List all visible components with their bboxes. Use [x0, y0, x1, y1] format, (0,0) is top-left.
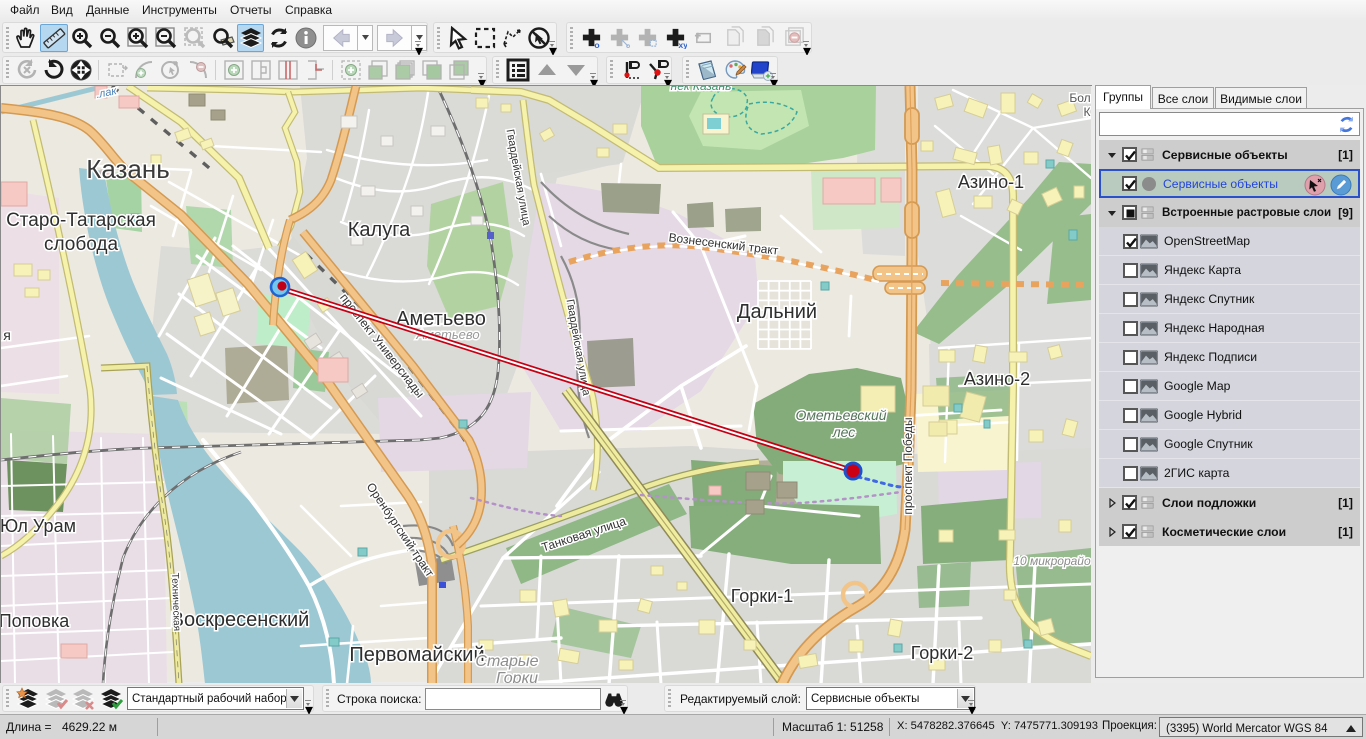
svg-text:Поповка: Поповка	[1, 611, 70, 631]
svg-text:o: o	[594, 40, 599, 49]
svg-text:Бол: Бол	[1069, 91, 1090, 105]
svg-text:Первомайский: Первомайский	[349, 644, 484, 666]
svg-text:Ометьевский: Ометьевский	[795, 407, 886, 423]
svg-text:10 микрорайо: 10 микрорайо	[1013, 554, 1091, 568]
svg-text:Калуга: Калуга	[348, 219, 411, 241]
svg-text:проспект Победы: проспект Победы	[901, 417, 915, 514]
svg-text:Горки: Горки	[496, 670, 538, 683]
svg-text:я: я	[3, 327, 11, 343]
svg-text:xy: xy	[678, 40, 687, 49]
svg-text:Воскресенский: Воскресенский	[171, 609, 310, 631]
svg-text:нек Казань: нек Казань	[671, 86, 732, 93]
svg-text:Юл Урам: Юл Урам	[1, 516, 76, 536]
svg-text:Азино-2: Азино-2	[964, 369, 1030, 389]
svg-text:Горки-2: Горки-2	[911, 643, 974, 663]
svg-text:К: К	[1084, 105, 1091, 119]
svg-text:Казань: Казань	[86, 154, 170, 184]
svg-text:Азино-1: Азино-1	[958, 172, 1024, 192]
svg-text:лес: лес	[832, 424, 856, 440]
svg-text:Техническая: Техническая	[169, 573, 182, 632]
svg-text:Горки-1: Горки-1	[731, 586, 794, 606]
svg-text:Старые: Старые	[475, 653, 538, 670]
svg-text:Старо-Татарская: Старо-Татарская	[6, 210, 156, 231]
svg-text:Дальний: Дальний	[737, 301, 817, 323]
svg-text:слобода: слобода	[44, 234, 118, 255]
